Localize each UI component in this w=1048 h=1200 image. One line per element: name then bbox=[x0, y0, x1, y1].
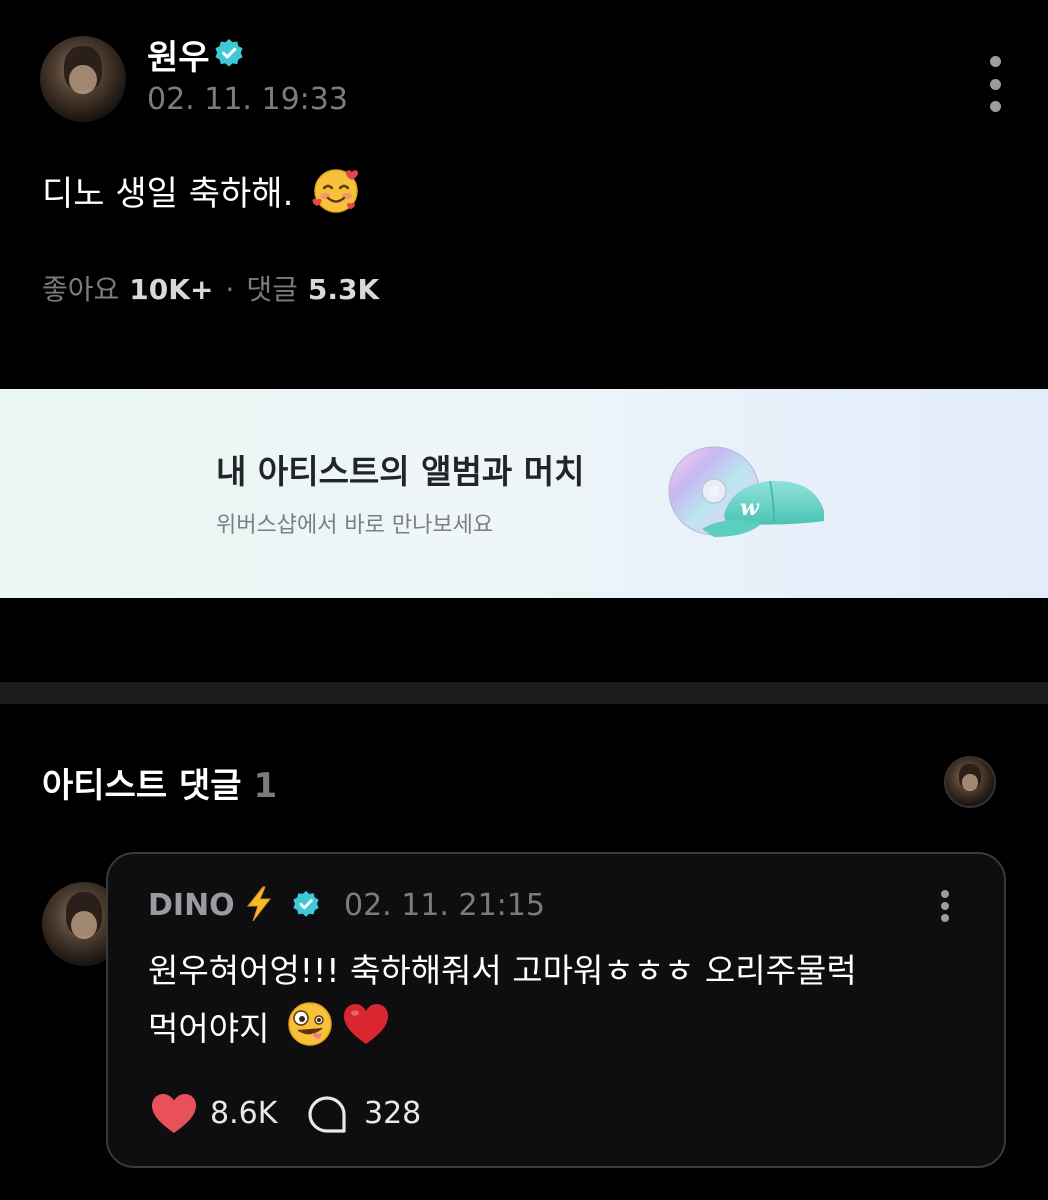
red-heart-icon bbox=[344, 1004, 388, 1044]
more-options-icon[interactable] bbox=[982, 56, 1008, 112]
comment-like-count[interactable]: 8.6K bbox=[210, 1096, 277, 1131]
verified-badge-icon bbox=[215, 39, 243, 67]
reply-bubble-icon[interactable] bbox=[306, 1094, 348, 1136]
post-stats: 좋아요 10K+ · 댓글 5.3K bbox=[42, 268, 379, 308]
comment-author-name[interactable]: DINO bbox=[148, 888, 235, 923]
likes-label: 좋아요 bbox=[42, 273, 120, 306]
verified-badge-icon bbox=[293, 890, 319, 917]
comment-text-line2: 먹어야지 bbox=[148, 1009, 270, 1048]
author-name[interactable]: 원우 bbox=[147, 30, 210, 79]
comment-reply-count[interactable]: 328 bbox=[364, 1096, 421, 1131]
commenter-avatar-small[interactable] bbox=[944, 756, 996, 808]
artist-comments-label: 아티스트 댓글 bbox=[42, 766, 242, 806]
stats-separator: · bbox=[225, 273, 235, 306]
smiling-face-with-hearts-icon bbox=[312, 169, 359, 213]
likes-count[interactable]: 10K+ bbox=[129, 273, 213, 306]
artist-comments-title: 아티스트 댓글 1 bbox=[42, 758, 277, 807]
banner-title: 내 아티스트의 앨범과 머치 bbox=[216, 452, 585, 491]
weverse-shop-banner[interactable]: 내 아티스트의 앨범과 머치 위버스샵에서 바로 만나보세요 w bbox=[0, 389, 1048, 598]
high-voltage-icon bbox=[246, 886, 272, 922]
zany-face-icon bbox=[288, 1002, 332, 1046]
banner-subtitle: 위버스샵에서 바로 만나보세요 bbox=[216, 513, 494, 538]
author-avatar[interactable] bbox=[40, 36, 126, 122]
comments-label: 댓글 bbox=[246, 273, 298, 306]
svg-text:w: w bbox=[740, 495, 760, 521]
section-divider bbox=[0, 682, 1048, 704]
comment-text-line1: 원우혀어엉!!! 축하해줘서 고마워ㅎㅎㅎ 오리주물럭 bbox=[148, 951, 857, 990]
comments-count[interactable]: 5.3K bbox=[308, 273, 379, 306]
post-date: 02. 11. 19:33 bbox=[147, 82, 348, 117]
comment-date: 02. 11. 21:15 bbox=[344, 888, 545, 923]
cd-and-cap-icon: w bbox=[668, 446, 824, 537]
artist-comment-card[interactable]: DINO 02. 11. 21:15 원우혀어엉!!! 축하해줘서 고마워ㅎㅎㅎ… bbox=[106, 852, 1006, 1168]
post-text: 디노 생일 축하해. bbox=[42, 174, 294, 214]
artist-comments-count: 1 bbox=[253, 766, 278, 806]
heart-like-icon[interactable] bbox=[150, 1092, 198, 1136]
comment-more-options-icon[interactable] bbox=[938, 890, 952, 922]
